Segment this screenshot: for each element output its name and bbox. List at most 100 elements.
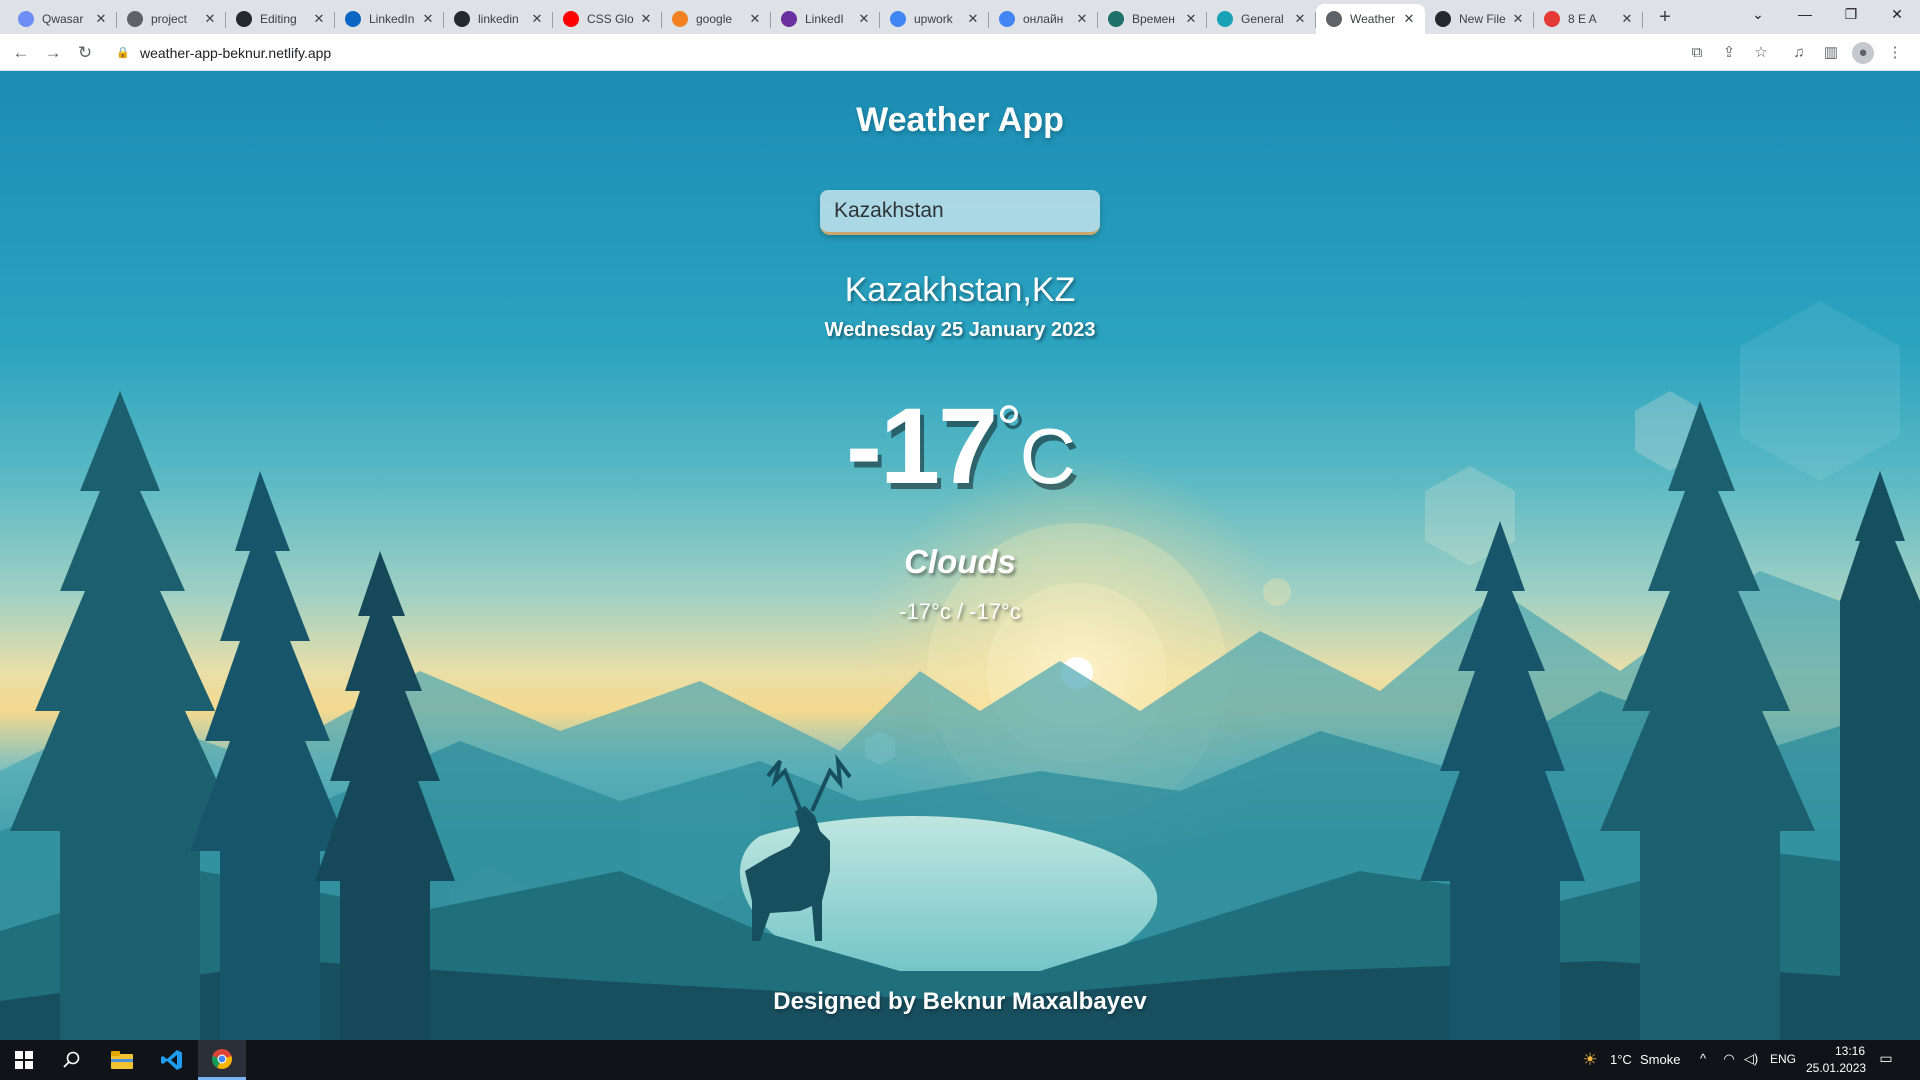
tab-title: Editing [260,12,297,26]
media-control-icon[interactable]: ♫ [1788,42,1810,64]
browser-tab[interactable]: google ✕ [662,4,771,34]
chevron-up-icon[interactable]: ^ [1696,1051,1710,1066]
browser-tab[interactable]: linkedin ✕ [444,4,553,34]
tab-favicon-icon [1544,11,1560,27]
menu-kebab-icon[interactable]: ⋮ [1884,42,1906,64]
search-box[interactable] [820,190,1100,235]
browser-tab[interactable]: LinkedI ✕ [771,4,880,34]
tab-favicon-icon [345,11,361,27]
tab-close-icon[interactable]: ✕ [1619,11,1635,27]
tab-title: Времен [1132,12,1175,26]
tab-close-icon[interactable]: ✕ [529,11,545,27]
temperature-unit: C [1019,412,1076,500]
vscode-icon[interactable] [148,1040,196,1080]
url-text: weather-app-beknur.netlify.app [140,44,332,61]
tab-close-icon[interactable]: ✕ [202,11,218,27]
tray-weather-desc[interactable]: Smoke [1640,1052,1680,1067]
high-low-temperature: -17°c / -17°c [899,599,1021,624]
tab-title: онлайн [1023,12,1064,26]
tab-close-icon[interactable]: ✕ [856,11,872,27]
browser-tab[interactable]: upwork ✕ [880,4,989,34]
tray-clock-time[interactable]: 13:16 [1820,1044,1880,1058]
location-search-input[interactable] [820,190,1100,232]
volume-icon[interactable]: ◁) [1742,1051,1760,1067]
browser-tab[interactable]: CSS Glo ✕ [553,4,662,34]
tab-favicon-icon [890,11,906,27]
browser-tab[interactable]: LinkedIn ✕ [335,4,444,34]
location-name: Kazakhstan,KZ [844,271,1076,309]
tab-search-chevron-icon[interactable]: ⌄ [1735,0,1781,30]
tab-favicon-icon [563,11,579,27]
address-bar[interactable]: 🔒 weather-app-beknur.netlify.app [108,38,1668,67]
browser-tab[interactable]: 8 E A ✕ [1534,4,1643,34]
wifi-icon[interactable]: ◠ [1720,1051,1738,1067]
tab-title: google [696,12,733,26]
weather-sun-icon[interactable]: ☀ [1578,1050,1602,1070]
translate-icon[interactable]: ⧉ [1686,42,1708,64]
tab-title: New File [1459,12,1506,26]
browser-tab-strip: Qwasar ✕ project ✕ Editing ✕ LinkedIn ✕ linkedin… [0,0,1920,34]
tab-close-icon[interactable]: ✕ [93,11,109,27]
browser-tab[interactable]: онлайн ✕ [989,4,1098,34]
minimize-button[interactable]: — [1782,0,1828,30]
notification-icon[interactable]: ▭ [1876,1050,1896,1067]
tab-favicon-icon [236,11,252,27]
browser-tab[interactable]: Weather ✕ [1316,4,1425,34]
tab-title: Weather [1350,12,1396,26]
search-icon[interactable] [48,1040,96,1080]
tab-close-icon[interactable]: ✕ [311,11,327,27]
tab-title: LinkedIn [369,12,415,26]
tab-close-icon[interactable]: ✕ [965,11,981,27]
degree-symbol: ° [996,392,1022,464]
share-icon[interactable]: ⇪ [1718,42,1740,64]
tab-close-icon[interactable]: ✕ [420,11,436,27]
bookmark-star-icon[interactable]: ☆ [1750,42,1772,64]
temperature-display: -17°C [0,383,1920,508]
page-footer-credit: Designed by Beknur Maxalbayev [773,988,1147,1015]
weather-condition: Clouds [904,543,1016,580]
input-language[interactable]: ENG [1770,1052,1796,1066]
tab-close-icon[interactable]: ✕ [1074,11,1090,27]
profile-avatar-icon[interactable]: ● [1852,42,1874,64]
tray-weather-temp[interactable]: 1°C [1610,1052,1632,1067]
current-date: Wednesday 25 January 2023 [824,319,1096,341]
tab-title: project [151,12,188,26]
tab-favicon-icon [18,11,34,27]
page-viewport: Weather App Kazakhstan,KZ Wednesday 25 J… [0,71,1920,1040]
tab-close-icon[interactable]: ✕ [1510,11,1526,27]
tab-favicon-icon [1217,11,1233,27]
side-panel-icon[interactable]: ▥ [1820,42,1842,64]
tab-favicon-icon [672,11,688,27]
file-explorer-icon[interactable] [98,1040,146,1080]
tab-close-icon[interactable]: ✕ [638,11,654,27]
browser-tab[interactable]: Времен ✕ [1098,4,1207,34]
browser-tab[interactable]: New File ✕ [1425,4,1534,34]
tab-close-icon[interactable]: ✕ [1401,11,1417,27]
chrome-icon[interactable] [198,1040,246,1080]
close-window-button[interactable]: ✕ [1874,0,1920,30]
forward-arrow-icon[interactable]: → [40,40,66,66]
tab-close-icon[interactable]: ✕ [747,11,763,27]
tab-favicon-icon [127,11,143,27]
lock-icon[interactable]: 🔒 [116,46,130,59]
tab-title: LinkedI [805,12,844,26]
tab-favicon-icon [454,11,470,27]
tab-title: upwork [914,12,953,26]
new-tab-button[interactable]: + [1651,4,1679,32]
tab-close-icon[interactable]: ✕ [1292,11,1308,27]
browser-tab[interactable]: Editing ✕ [226,4,335,34]
windows-start-icon[interactable] [0,1040,48,1080]
app-title: Weather App [856,101,1064,139]
restore-button[interactable]: ❐ [1828,0,1874,30]
reload-icon[interactable]: ↻ [72,40,98,66]
tab-title: linkedin [478,12,519,26]
browser-tab[interactable]: project ✕ [117,4,226,34]
tray-clock-date[interactable]: 25.01.2023 [1806,1061,1866,1075]
tab-close-icon[interactable]: ✕ [1183,11,1199,27]
tab-title: Qwasar [42,12,84,26]
tab-list: Qwasar ✕ project ✕ Editing ✕ LinkedIn ✕ linkedin… [8,4,1643,34]
tab-favicon-icon [1108,11,1124,27]
back-arrow-icon[interactable]: ← [8,40,34,66]
browser-tab[interactable]: Qwasar ✕ [8,4,117,34]
browser-tab[interactable]: General ✕ [1207,4,1316,34]
